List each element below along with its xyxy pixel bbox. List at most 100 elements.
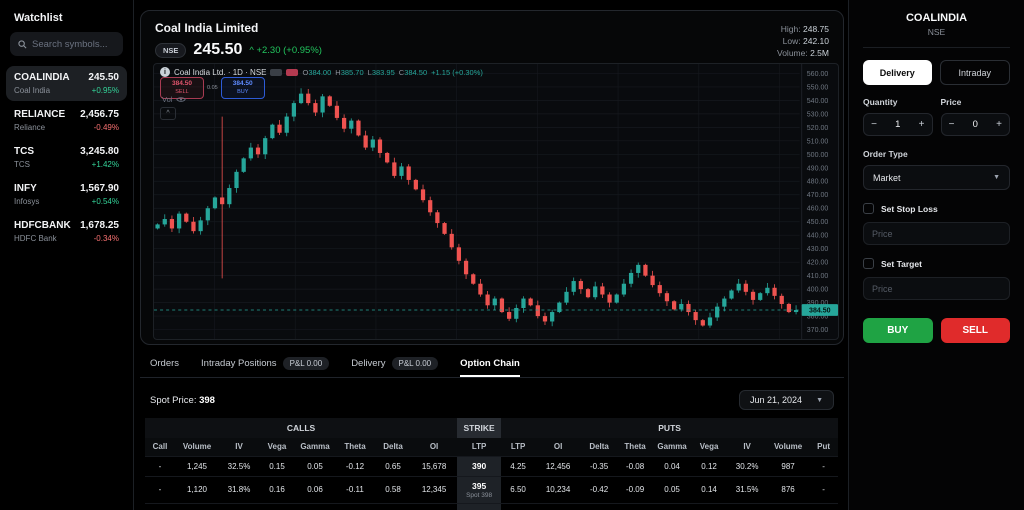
exchange-badge: NSE [155,42,187,58]
option-chain-cell: 876 [767,475,810,503]
watchlist-symbol: TCS [14,146,34,157]
search-box[interactable] [10,32,123,56]
price-increment-button[interactable]: + [989,119,1009,130]
watchlist-item[interactable]: RELIANCE Reliance 2,456.75 -0.49% [6,103,127,138]
option-chain-cell: -0.09 [617,475,654,503]
watchlist-symbol: RELIANCE [14,109,66,120]
indicator-icon[interactable] [286,68,299,76]
option-chain-cell: - [145,475,175,503]
sell-button[interactable]: SELL [940,318,1010,343]
tab-label: Delivery [351,358,386,369]
option-chain-row[interactable]: -1,245 32.5% 0.15 0.05 -0.12 0.65 15,678 390 4.2… [145,455,839,476]
expiry-dropdown[interactable]: Jun 21, 2024 ▼ [739,390,834,410]
option-chain-cell: - [809,455,839,476]
price-value[interactable]: 0 [962,119,990,130]
chart-header: Coal India Limited NSE 245.50 ^ +2.30 (+… [141,11,843,65]
option-chain-cell: -0.11 [335,475,375,503]
stop-loss-checkbox[interactable] [863,203,874,214]
option-chain-row[interactable]: -98730.5%0.170.07-0.100.4810,2344008.758… [145,502,839,510]
order-exchange: NSE [927,27,946,37]
quantity-stepper: − 1 + [863,113,933,136]
info-icon: i [160,67,170,77]
volume-label: Volume: [777,48,808,58]
option-chain-cell: 8.75 [501,502,536,510]
watchlist-change: -0.34% [93,234,119,243]
bottom-panel: Orders Intraday Positions P&L 0.00 Deliv… [140,352,844,510]
watchlist-change: +1.42% [91,160,119,169]
bottom-tab[interactable]: Orders [150,352,179,377]
option-chain-cell: 32.8% [727,502,768,510]
option-chain-column-header: IV [219,438,259,456]
price-chart[interactable]: 560.00 550.00 540.00 530.00 520.00 510.00 500.… [153,63,839,340]
svg-text:540.00: 540.00 [807,98,829,105]
quantity-label: Quantity [863,97,898,107]
collapse-button[interactable]: ^ [160,107,176,120]
svg-text:400.00: 400.00 [807,287,829,294]
watchlist-change: +0.54% [91,197,119,206]
order-type-select[interactable]: Market ▼ [863,165,1010,190]
target-label: Set Target [881,258,922,269]
option-chain-cell: -0.08 [617,455,654,476]
option-chain-cell: - [809,475,839,503]
candle-style-icon[interactable] [270,68,283,76]
option-chain-cell: 10,234 [411,502,458,510]
buy-button[interactable]: BUY [863,318,933,343]
quantity-value[interactable]: 1 [884,119,912,130]
stop-loss-price-input[interactable] [863,222,1010,245]
option-chain-cell: -0.35 [581,455,618,476]
strike-cell: 400 [457,502,502,510]
option-chain-cell: 0.05 [295,455,335,476]
buy-quote-button[interactable]: 384.50 BUY [220,77,265,99]
chart-legend: i Coal India Ltd. · 1D · NSE O384.00 H38… [160,67,483,77]
watchlist-item[interactable]: HDFCBANK HDFC Bank 1,678.25 -0.34% [6,214,127,249]
watchlist-title: Watchlist [14,12,63,24]
svg-text:370.00: 370.00 [807,327,829,334]
option-chain-column-header: LTP [457,438,502,456]
bottom-tab[interactable]: Intraday Positions P&L 0.00 [201,352,330,377]
option-chain-cell: 0.04 [653,455,692,476]
option-chain-row[interactable]: -1,120 31.8% 0.16 0.06 -0.11 0.58 12,345 395 Spo… [145,475,839,503]
watchlist-price: 1,567.90 [80,183,119,194]
watchlist-item[interactable]: TCS TCS 3,245.80 +1.42% [6,140,127,175]
candlestick-chart: 560.00 550.00 540.00 530.00 520.00 510.00 500.… [154,64,838,339]
option-chain-cell: 0.16 [259,475,295,503]
watchlist-item[interactable]: INFY Infosys 1,567.90 +0.54% [6,177,127,212]
tab-intraday[interactable]: Intraday [939,60,1010,85]
volume-toggle[interactable]: Vol [162,95,187,104]
option-chain-cell: -0.12 [335,455,375,476]
quantity-decrement-button[interactable]: − [864,119,884,130]
option-chain-cell: 30.2% [727,455,768,476]
target-checkbox[interactable] [863,258,874,269]
svg-text:550.00: 550.00 [807,84,829,91]
price-change: ^ +2.30 (+0.95%) [249,44,322,56]
chevron-up-icon: ^ [166,110,170,117]
watchlist-company: HDFC Bank [14,234,57,243]
low-value: 242.10 [803,36,829,46]
bottom-tab[interactable]: Option Chain [460,352,520,377]
option-chain-cell: 0.12 [691,455,728,476]
watchlist-items: COALINDIA Coal India 245.50 +0.95% RELIA… [0,66,133,249]
option-chain-cell: 1,245 [175,455,219,476]
option-chain-column-header: Delta [581,438,618,456]
ohlc-stats: High: 248.75 Low: 242.10 Volume: 2.5M [777,21,829,59]
trading-app: Watchlist COALINDIA Coal India 245.50 +0… [0,0,1024,510]
price-decrement-button[interactable]: − [942,119,962,130]
tab-label: Intraday Positions [201,358,277,369]
option-chain-cell: 31.5% [727,475,768,503]
quantity-increment-button[interactable]: + [912,119,932,130]
watchlist-symbol: COALINDIA [14,72,70,83]
option-chain-cell: 10,234 [535,475,582,503]
search-input[interactable] [32,38,112,50]
option-chain-cell: 1,120 [175,475,219,503]
watchlist-panel: Watchlist COALINDIA Coal India 245.50 +0… [0,0,134,510]
watchlist-company: Infosys [14,197,40,206]
bottom-tab[interactable]: Delivery P&L 0.00 [351,352,439,377]
tab-delivery[interactable]: Delivery [863,60,932,85]
strike-cell: 395 Spot 398 [457,475,502,503]
tab-label: Orders [150,358,180,369]
watchlist-symbol: INFY [14,183,37,194]
watchlist-item[interactable]: COALINDIA Coal India 245.50 +0.95% [6,66,127,101]
target-price-input[interactable] [863,277,1010,300]
option-chain-cell: 0.48 [375,502,411,510]
option-chain-cell: - [145,502,175,510]
